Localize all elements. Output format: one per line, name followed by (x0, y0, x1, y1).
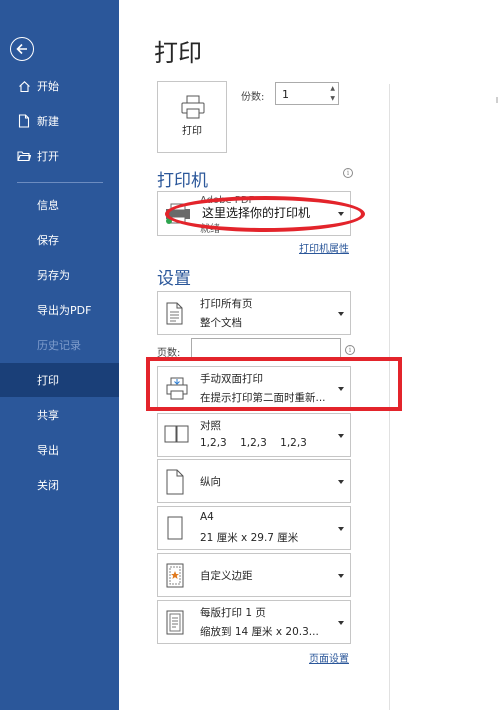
sidebar-item-info[interactable]: 信息 (0, 188, 119, 222)
copies-label: 份数: (241, 92, 265, 103)
sidebar-item-print[interactable]: 打印 (0, 363, 119, 397)
annotation-ellipse (165, 196, 365, 232)
chevron-down-icon (338, 312, 344, 316)
portrait-icon (164, 468, 186, 500)
sidebar-item-close[interactable]: 关闭 (0, 468, 119, 502)
sidebar-item-new[interactable]: 新建 (0, 104, 119, 138)
collate-icon (164, 424, 190, 450)
sidebar-divider (17, 182, 103, 183)
collate-dropdown[interactable]: 对照 1,2,3 1,2,3 1,2,3 (157, 413, 351, 457)
dropdown-line2: 缩放到 14 厘米 x 20.3... (200, 626, 319, 638)
chevron-down-icon (338, 574, 344, 578)
back-arrow-icon[interactable] (10, 37, 34, 61)
sidebar-item-history: 历史记录 (0, 328, 119, 362)
copies-stepper[interactable]: 1 ▲ ▼ (275, 82, 339, 105)
sidebar-item-label: 导出为PDF (37, 304, 92, 317)
sidebar-item-save-as[interactable]: 另存为 (0, 258, 119, 292)
pages-input[interactable] (191, 338, 341, 359)
sidebar-item-open[interactable]: 打开 (0, 139, 119, 173)
dropdown-line1: A4 (200, 511, 214, 523)
sidebar-item-export-pdf[interactable]: 导出为PDF (0, 293, 119, 327)
new-document-icon (17, 114, 31, 128)
info-icon[interactable]: i (345, 345, 355, 355)
copies-value: 1 (282, 88, 289, 101)
orientation-dropdown[interactable]: 纵向 (157, 459, 351, 503)
spin-up-icon[interactable]: ▲ (330, 85, 335, 92)
print-pane: 打印 打印 份数: 1 ▲ ▼ 打印机 i Adobe PDF 这里选择你的打印… (119, 0, 500, 710)
dropdown-line2: 整个文档 (200, 317, 242, 329)
dropdown-line1: 纵向 (200, 476, 221, 488)
settings-heading: 设置 (157, 269, 191, 289)
dropdown-line1: 对照 (200, 420, 221, 432)
sidebar-item-label: 新建 (37, 115, 59, 128)
paper-size-icon (164, 515, 186, 547)
chevron-down-icon (338, 621, 344, 625)
spin-down-icon[interactable]: ▼ (330, 95, 335, 102)
sidebar-item-label: 共享 (37, 409, 59, 422)
sidebar-item-label: 关闭 (37, 479, 59, 492)
paper-size-dropdown[interactable]: A4 21 厘米 x 29.7 厘米 (157, 506, 351, 550)
sidebar-item-label: 开始 (37, 80, 59, 93)
chevron-down-icon (338, 434, 344, 438)
sidebar-item-label: 打开 (37, 150, 59, 163)
printer-heading: 打印机 (157, 171, 208, 191)
open-folder-icon (17, 149, 31, 163)
print-button[interactable]: 打印 (157, 81, 227, 153)
pages-per-sheet-dropdown[interactable]: 每版打印 1 页 缩放到 14 厘米 x 20.3... (157, 600, 351, 644)
margins-icon (164, 562, 186, 594)
sidebar-item-label: 打印 (37, 374, 59, 387)
sidebar-item-home[interactable]: 开始 (0, 69, 119, 103)
margins-dropdown[interactable]: 自定义边距 (157, 553, 351, 597)
sidebar-item-export[interactable]: 导出 (0, 433, 119, 467)
printer-properties-link[interactable]: 打印机属性 (299, 240, 349, 255)
annotation-rectangle (146, 357, 402, 411)
pages-per-sheet-icon (164, 609, 186, 641)
dropdown-line1: 打印所有页 (200, 298, 253, 310)
sidebar-item-label: 信息 (37, 199, 59, 212)
chevron-down-icon (338, 480, 344, 484)
sidebar-item-label: 导出 (37, 444, 59, 457)
sidebar-item-label: 另存为 (37, 269, 70, 282)
home-icon (17, 79, 31, 93)
preview-edge (496, 97, 498, 103)
backstage-sidebar: 开始 新建 打开 信息 保存 另存为 导出为PDF 历史记录 打印 共享 导出 … (0, 0, 119, 710)
print-range-dropdown[interactable]: 打印所有页 整个文档 (157, 291, 351, 335)
dropdown-line1: 自定义边距 (200, 570, 253, 582)
dropdown-line1: 每版打印 1 页 (200, 607, 266, 619)
printer-icon (181, 95, 205, 119)
page-setup-link[interactable]: 页面设置 (309, 650, 349, 665)
sidebar-item-label: 保存 (37, 234, 59, 247)
document-pages-icon (164, 301, 186, 331)
chevron-down-icon (338, 527, 344, 531)
sidebar-item-share[interactable]: 共享 (0, 398, 119, 432)
page-title: 打印 (154, 39, 202, 67)
dropdown-line2: 1,2,3 1,2,3 1,2,3 (200, 437, 307, 449)
sidebar-item-save[interactable]: 保存 (0, 223, 119, 257)
print-button-label: 打印 (182, 126, 202, 137)
sidebar-item-label: 历史记录 (37, 339, 81, 352)
dropdown-line2: 21 厘米 x 29.7 厘米 (200, 532, 299, 544)
info-icon[interactable]: i (343, 168, 353, 178)
